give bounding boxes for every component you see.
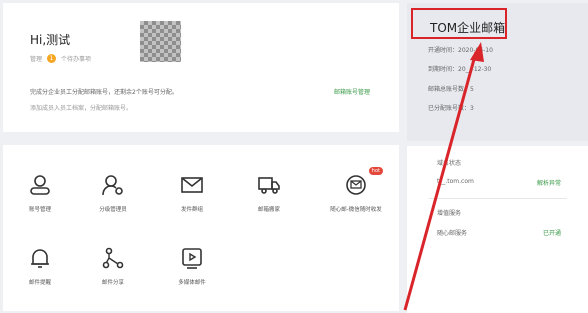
- open-date-row: 开通时间：2020-06-10: [428, 45, 493, 54]
- app-label: 账号管理: [28, 207, 51, 213]
- app-multimedia-mail[interactable]: 多媒体邮件: [157, 246, 227, 286]
- share-icon: [102, 247, 124, 269]
- hot-badge: hot: [368, 167, 383, 175]
- admin-gear-icon: [102, 175, 123, 196]
- avatar[interactable]: [140, 21, 181, 62]
- divider: [429, 198, 567, 199]
- assign-description: 完成分企业员工分配邮箱账号，还剩余2个账号可分配。: [30, 89, 178, 96]
- open-date-value: 2020-06-10: [458, 47, 493, 54]
- app-label: 多媒体邮件: [178, 280, 206, 286]
- apps-card: 账号管理 分级管理员 发件群组 邮箱搬家 hot 随心邮-微信随时收发 邮件提醒…: [3, 145, 399, 311]
- app-mail-reminder[interactable]: 邮件提醒: [5, 246, 75, 286]
- assigned-accounts-row: 已分配账号数：3: [428, 103, 474, 112]
- service-status[interactable]: 已开通: [543, 228, 561, 237]
- app-send-group[interactable]: 发件群组: [157, 173, 227, 213]
- app-label: 邮件提醒: [28, 280, 51, 286]
- welcome-card: Hi,测试 管理 1 个待办事项 完成分企业员工分配邮箱账号，还剩余2个账号可分…: [3, 3, 399, 132]
- user-icon: [30, 175, 50, 195]
- account-management-link[interactable]: 邮箱账号管理: [334, 87, 370, 96]
- app-sub-admin[interactable]: 分级管理员: [78, 173, 148, 213]
- user-sub-row: 管理 1 个待办事项: [30, 54, 91, 63]
- greeting-title: Hi,测试: [30, 33, 71, 47]
- expire-date-label: 到期时间：: [428, 66, 459, 73]
- assigned-accounts-label: 已分配账号数：: [428, 105, 471, 112]
- app-account-management[interactable]: 账号管理: [5, 173, 75, 213]
- mail-icon: [181, 177, 203, 193]
- app-label: 随心邮-微信随时收发: [330, 207, 382, 213]
- app-wechat-mail[interactable]: hot 随心邮-微信随时收发: [311, 167, 401, 213]
- status-card: 域名状态 t__.tom.com 解析异常 增值服务 随心邮服务 已开通: [407, 146, 588, 313]
- highlight-box: [411, 8, 507, 39]
- app-mail-share[interactable]: 邮件分享: [78, 246, 148, 286]
- domain-action-link[interactable]: 解析异常: [537, 178, 561, 187]
- task-text[interactable]: 个待办事项: [61, 54, 91, 63]
- add-member-description: 添加成员入员工档案，分配邮箱账号。: [30, 105, 133, 112]
- app-label: 分级管理员: [99, 207, 127, 213]
- app-mailbox-move[interactable]: 邮箱搬家: [234, 173, 304, 213]
- total-accounts-row: 邮箱总账号数：5: [428, 84, 474, 93]
- domain-name: t__.tom.com: [437, 178, 474, 185]
- open-date-label: 开通时间：: [428, 47, 459, 54]
- service-name: 随心邮服务: [437, 230, 468, 237]
- value-added-title: 增值服务: [437, 210, 462, 217]
- bell-icon: [31, 249, 49, 268]
- truck-icon: [258, 177, 280, 194]
- domain-row: t__.tom.com 解析异常: [437, 178, 561, 187]
- role-label: 管理: [30, 56, 43, 63]
- service-row: 随心邮服务 已开通: [437, 228, 561, 237]
- video-icon: [182, 248, 202, 269]
- expire-date-row: 到期时间：20__-12-30: [428, 64, 491, 73]
- assigned-accounts-value: 3: [470, 105, 474, 112]
- task-count-badge[interactable]: 1: [47, 54, 57, 63]
- total-accounts-value: 5: [470, 86, 474, 93]
- domain-status-title: 域名状态: [437, 160, 462, 167]
- expire-date-value: 20__-12-30: [458, 66, 492, 73]
- app-label: 邮箱搬家: [257, 207, 280, 213]
- wechat-chat-icon: [346, 175, 366, 195]
- app-label: 发件群组: [180, 207, 203, 213]
- app-label: 邮件分享: [101, 280, 124, 286]
- total-accounts-label: 邮箱总账号数：: [428, 86, 471, 93]
